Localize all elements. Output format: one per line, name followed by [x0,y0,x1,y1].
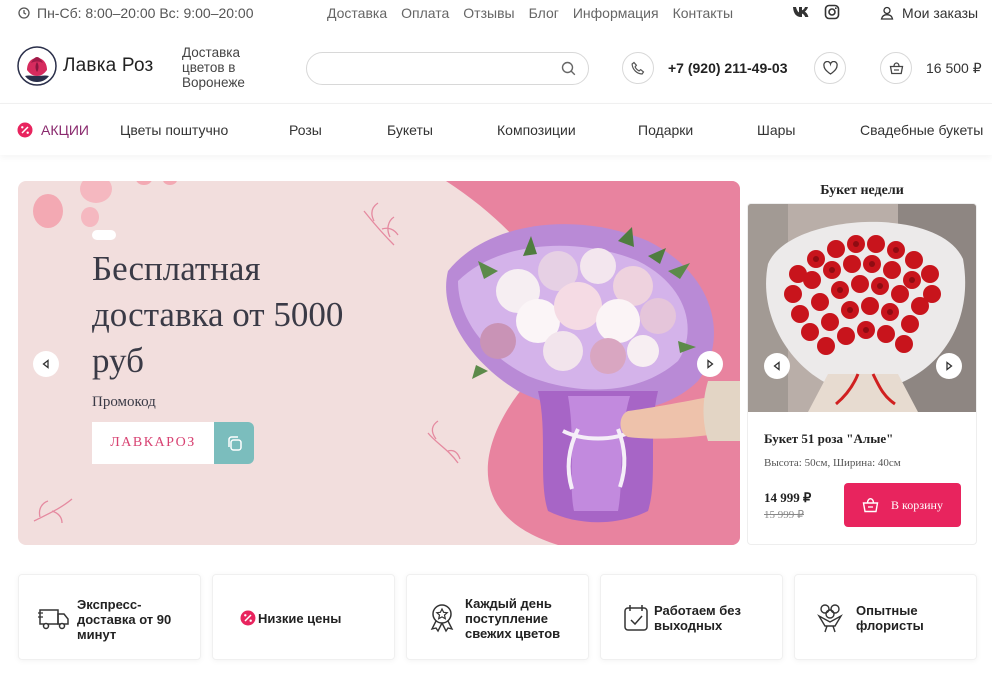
top-nav: Доставка Оплата Отзывы Блог Информация К… [327,5,733,21]
category-nav: АКЦИИ Цветы поштучно Розы Букеты Компози… [0,103,992,155]
cart-total[interactable]: 16 500 ₽ [926,60,982,77]
my-orders-link[interactable]: Мои заказы [880,5,978,21]
basket-icon [862,497,879,513]
bouquet-prev-arrow[interactable] [764,353,790,379]
discount-icon [17,122,33,138]
heart-icon [822,61,838,75]
clock-icon [18,7,30,19]
discount-icon [240,610,256,626]
category-wedding[interactable]: Свадебные букеты [860,122,983,138]
category-gifts[interactable]: Подарки [638,122,693,138]
chevron-left-icon [773,361,780,371]
bouquet-old-price: 15 999 ₽ [764,509,804,521]
bouquet-next-arrow[interactable] [936,353,962,379]
delivery-truck-icon [38,609,69,630]
feature-card-prices: Низкие цены [212,574,395,660]
nav-link-info[interactable]: Информация [573,5,659,21]
search-input[interactable] [321,59,551,79]
call-button[interactable] [622,52,654,84]
bouquet-price: 14 999 ₽ [764,490,812,505]
cart-button[interactable] [880,52,912,84]
bouquet-icon [817,604,843,633]
phone-number[interactable]: +7 (920) 211-49-03 [668,60,787,76]
nav-link-payment[interactable]: Оплата [401,5,449,21]
nav-link-delivery[interactable]: Доставка [327,5,387,21]
category-promo[interactable]: АКЦИИ [17,122,89,138]
top-bar: Пн-Сб: 8:00–20:00 Вс: 9:00–20:00 Доставк… [0,0,992,26]
feature-text: Работаем без выходных [654,603,741,633]
category-compositions[interactable]: Композиции [497,122,576,138]
hero-banner: Бесплатная доставка от 5000 руб Промокод… [18,181,740,545]
award-icon [430,604,454,633]
my-orders-label: Мои заказы [902,5,979,21]
bouquet-size: Высота: 50см, Ширина: 40см [764,457,901,469]
copy-icon [227,435,242,451]
bouquet-of-week-title: Букет недели [820,183,904,198]
phone-icon [630,61,644,75]
user-icon [880,6,894,20]
tagline: Доставка цветов в Воронеже [182,45,245,90]
nav-link-contacts[interactable]: Контакты [673,5,733,21]
hero-next-arrow[interactable] [697,351,723,377]
feature-card-delivery: Экспресс-доставка от 90 минут [18,574,201,660]
calendar-check-icon [624,605,648,631]
feature-text: Низкие цены [258,611,342,626]
feature-card-florists: Опытные флористы [794,574,977,660]
working-hours-text: Пн-Сб: 8:00–20:00 Вс: 9:00–20:00 [37,5,254,21]
hero-prev-arrow[interactable] [33,351,59,377]
feature-card-fresh: Каждый день поступление свежих цветов [406,574,589,660]
feature-text: Экспресс-доставка от 90 минут [77,597,172,642]
promo-label: Промокод [92,394,156,410]
search-icon[interactable] [561,61,576,76]
header: Лавка Роз Доставка цветов в Воронеже +7 … [0,38,992,98]
working-hours: Пн-Сб: 8:00–20:00 Вс: 9:00–20:00 [18,5,254,21]
chevron-right-icon [707,359,714,369]
add-to-cart-button[interactable]: В корзину [844,483,961,527]
bouquet-name[interactable]: Букет 51 роза "Алые" [764,431,893,447]
favorites-button[interactable] [814,52,846,84]
instagram-icon[interactable] [824,4,840,20]
hero-title: Бесплатная доставка от 5000 руб [92,249,344,380]
logo[interactable]: Лавка Роз [17,46,153,86]
basket-icon [889,62,903,75]
rose-logo-icon [17,46,57,86]
bouquet-of-week-card: Букет 51 роза "Алые" Высота: 50см, Ширин… [747,203,977,545]
add-to-cart-label: В корзину [891,497,943,512]
logo-text: Лавка Роз [63,55,154,76]
category-promo-label: АКЦИИ [41,122,89,138]
feature-card-no-weekends: Работаем без выходных [600,574,783,660]
promo-code: ЛАВКАРОЗ [92,422,214,464]
feature-text: Каждый день поступление свежих цветов [465,596,561,641]
category-roses[interactable]: Розы [289,122,322,138]
nav-link-reviews[interactable]: Отзывы [463,5,514,21]
social-links [792,4,840,20]
feature-text: Опытные флористы [856,603,924,633]
chevron-right-icon [946,361,953,371]
slider-indicator[interactable] [92,230,116,240]
rose-bouquet-image[interactable] [748,204,977,412]
category-bouquets[interactable]: Букеты [387,122,433,138]
copy-promo-button[interactable] [214,422,254,464]
vk-icon[interactable] [792,6,810,18]
category-single-flowers[interactable]: Цветы поштучно [120,122,228,138]
chevron-left-icon [42,359,49,369]
nav-link-blog[interactable]: Блог [529,5,559,21]
search-box [306,52,589,85]
category-balloons[interactable]: Шары [757,122,795,138]
